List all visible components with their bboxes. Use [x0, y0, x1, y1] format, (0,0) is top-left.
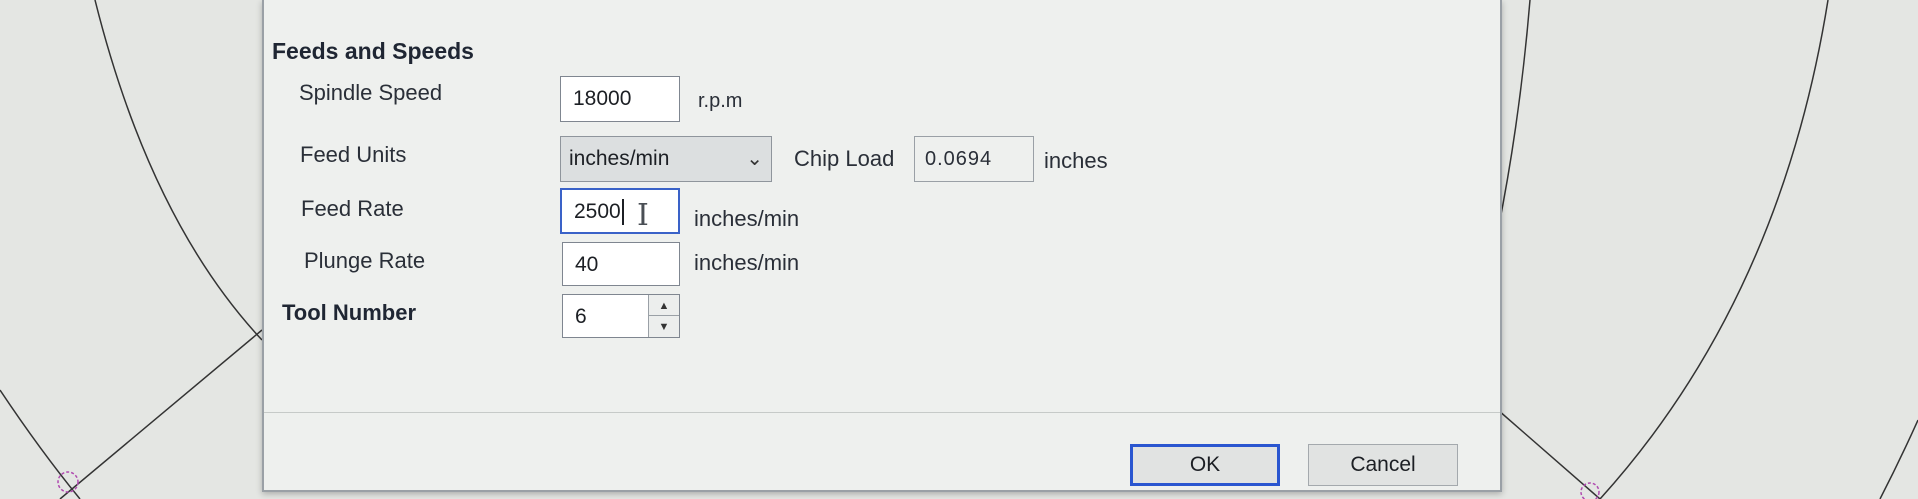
tool-number-value: 6: [575, 305, 587, 328]
text-caret: [621, 199, 624, 226]
toolpath-line-left: [59, 329, 263, 499]
arrow-up-icon[interactable]: ▲: [649, 295, 679, 316]
feed-units-value: inches/min: [569, 147, 670, 170]
toolpath-arc-left-lower: [0, 389, 81, 499]
footer-separator: [264, 412, 1500, 413]
feed-rate-input[interactable]: 2500 I: [560, 188, 680, 234]
feed-rate-unit: inches/min: [694, 206, 800, 231]
tool-number-spinbox[interactable]: 6 ▲ ▼: [562, 294, 680, 338]
chip-load-label: Chip Load: [794, 146, 895, 171]
chevron-down-icon: ⌄: [746, 148, 763, 170]
toolpath-arc-right: [1497, 0, 1531, 231]
i-beam-cursor-icon: I: [637, 198, 649, 233]
toolpath-arc-right-far: [1599, 0, 1829, 499]
feed-units-label: Feed Units: [300, 142, 407, 167]
plunge-rate-input[interactable]: 40: [562, 242, 680, 286]
spindle-speed-unit: r.p.m: [698, 90, 743, 112]
spindle-speed-label: Spindle Speed: [299, 80, 443, 105]
feed-rate-value: 2500: [574, 200, 621, 223]
arrow-down-icon[interactable]: ▼: [649, 316, 679, 337]
plunge-rate-unit: inches/min: [694, 250, 800, 275]
chip-load-unit: inches: [1044, 148, 1108, 173]
section-title: Feeds and Speeds: [272, 38, 474, 64]
tool-number-label: Tool Number: [282, 300, 417, 325]
ok-button[interactable]: OK: [1130, 444, 1280, 486]
spin-buttons: ▲ ▼: [648, 295, 679, 337]
toolpath-arc-right-edge: [1879, 419, 1918, 499]
plunge-rate-label: Plunge Rate: [304, 248, 426, 273]
feed-rate-label: Feed Rate: [301, 196, 404, 221]
cancel-button[interactable]: Cancel: [1308, 444, 1458, 486]
chip-load-value: 0.0694: [914, 136, 1034, 182]
feed-units-select[interactable]: inches/min ⌄: [560, 136, 772, 182]
spindle-speed-input[interactable]: 18000: [560, 76, 680, 122]
toolpath-arc-left: [94, 0, 263, 341]
feeds-and-speeds-dialog: Feeds and Speeds Spindle Speed 18000 r.p…: [262, 0, 1502, 492]
